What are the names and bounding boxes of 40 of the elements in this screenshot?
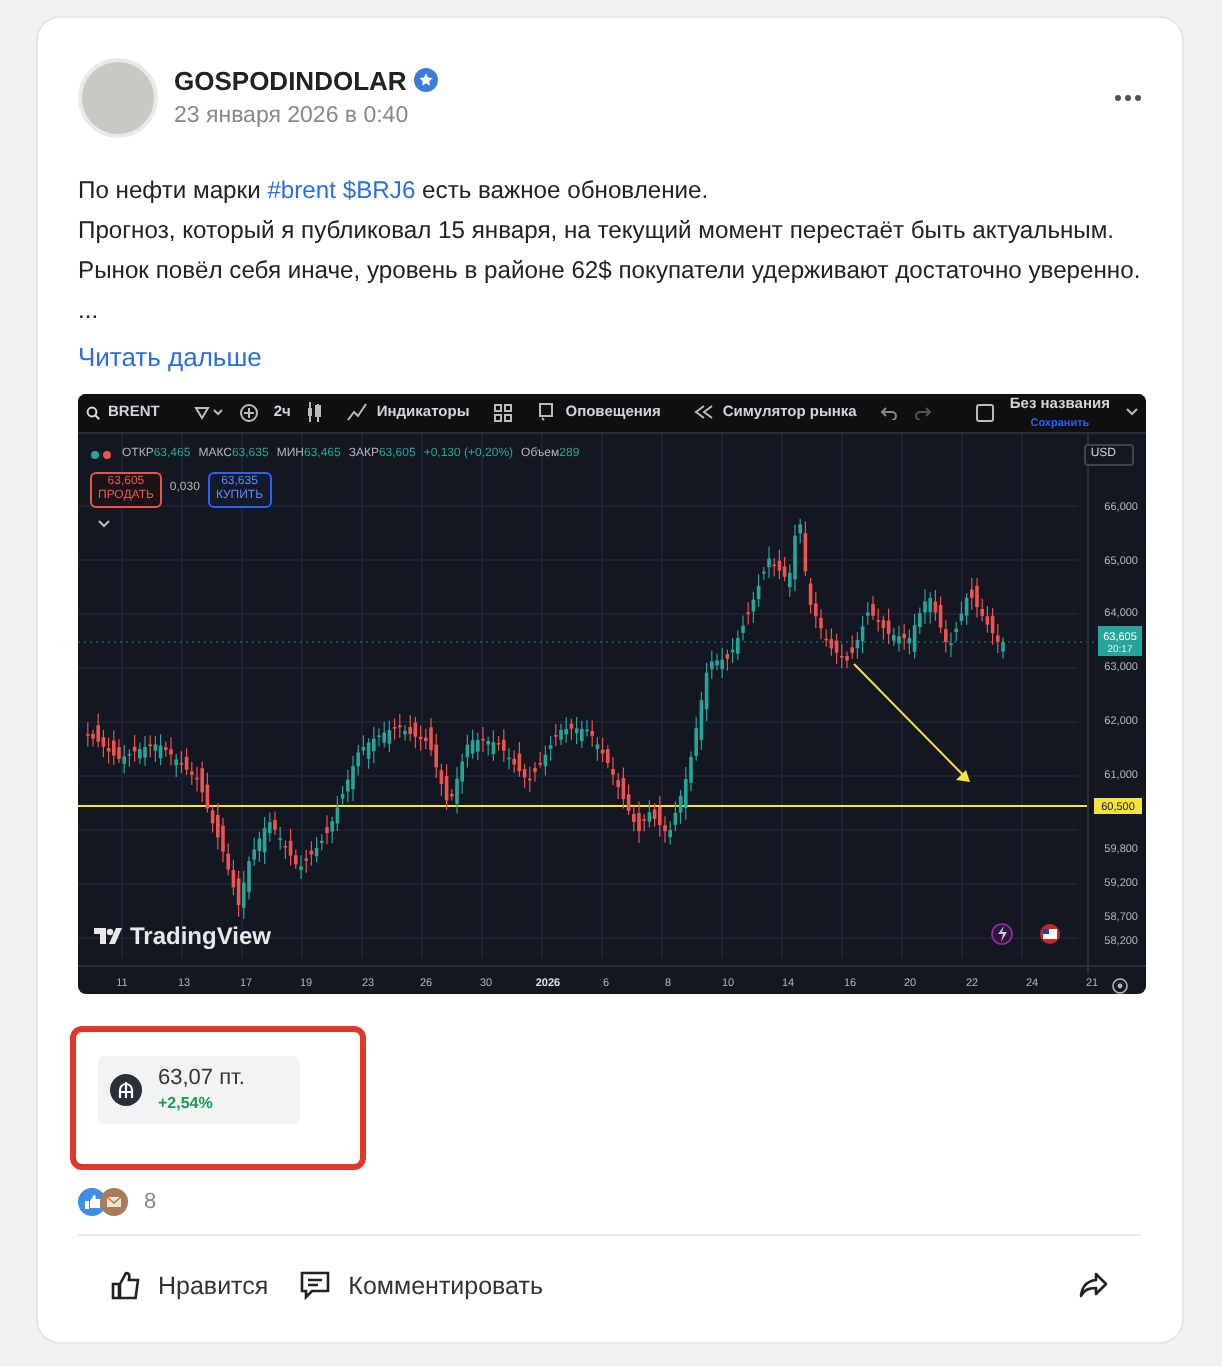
caret-icon[interactable]: [1126, 408, 1138, 416]
comment-button[interactable]: Комментировать: [300, 1268, 543, 1306]
currency-icon: [110, 1073, 142, 1105]
chart-line-icon: [346, 402, 369, 422]
redo-icon[interactable]: [914, 405, 933, 419]
grid-icon[interactable]: [493, 403, 512, 421]
forecast-arrow: [853, 662, 970, 781]
post-paragraph: ...: [78, 294, 101, 328]
like-button[interactable]: Нравится: [110, 1268, 269, 1306]
thumbs-up-icon: [110, 1270, 142, 1303]
chevron-icon[interactable]: [98, 519, 110, 527]
rewind-icon: [692, 402, 715, 422]
add-icon[interactable]: [239, 403, 258, 421]
undo-icon[interactable]: [880, 405, 899, 419]
share-button[interactable]: [1078, 1270, 1110, 1303]
tradingview-logo-icon: [94, 927, 122, 943]
candles-icon[interactable]: [306, 402, 323, 422]
post-paragraph: Прогноз, который я публиковал 15 января, на текущий момент перестаёт быть актуальным.: [78, 214, 1117, 248]
author-name[interactable]: GOSPODINDOLAR: [174, 61, 407, 101]
comment-icon: [300, 1270, 333, 1303]
envelope-reaction-icon: [100, 1187, 128, 1216]
layout-icon[interactable]: [975, 403, 994, 421]
instrument-card[interactable]: 63,07 пт. +2,54%: [98, 1055, 300, 1123]
search-icon: [86, 405, 100, 419]
hashtag-link[interactable]: #brent: [267, 176, 336, 204]
post-date: 23 января 2026 в 0:40: [174, 102, 411, 133]
share-icon: [1078, 1270, 1110, 1303]
reaction-count: 8: [144, 1187, 157, 1217]
lightning-icon[interactable]: [991, 922, 1013, 944]
instrument-change: +2,54%: [158, 1091, 215, 1113]
hashtag-link[interactable]: $BRJ6: [342, 176, 416, 204]
post-paragraph: Рынок повёл себя иначе, уровень в районе 62$ покупатели удерживают достаточно уверенно.: [78, 254, 1142, 288]
settings-icon[interactable]: [1112, 977, 1128, 993]
tradingview-logo-text: TradingView: [130, 919, 271, 953]
read-more-link[interactable]: Читать дальше: [78, 338, 262, 377]
post-paragraph: По нефти марки #brent $BRJ6 есть важное обновление.: [78, 174, 711, 208]
status-dots-icon: [90, 449, 114, 459]
instrument-price: 63,07 пт.: [158, 1065, 245, 1091]
more-options-icon[interactable]: [1114, 94, 1142, 102]
flag-icon[interactable]: [1040, 923, 1060, 943]
